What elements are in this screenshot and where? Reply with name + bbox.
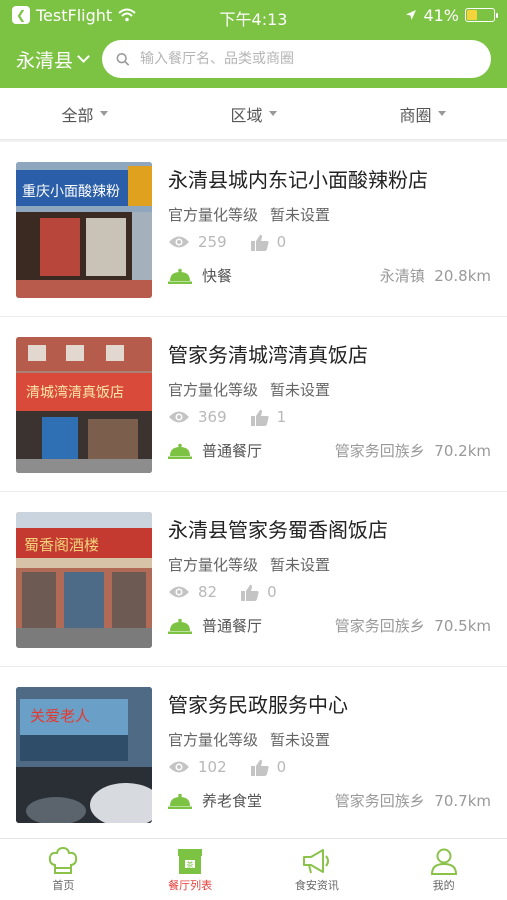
dropdown-triangle-icon <box>268 111 277 116</box>
sign-text: 关爱老人 <box>30 707 90 725</box>
cloche-icon <box>168 443 192 459</box>
grade-value: 暂未设置 <box>270 731 331 749</box>
location-arrow-icon <box>406 10 417 20</box>
bottom-tab-bar: 首页 茶 餐厅列表 食安资讯 我的 <box>0 838 507 900</box>
cloche-icon <box>168 268 192 284</box>
filter-business-district[interactable]: 商圈 <box>338 88 507 139</box>
view-count: 102 <box>198 758 227 776</box>
filter-label: 全部 <box>61 105 94 125</box>
view-count: 259 <box>198 233 227 251</box>
restaurant-name: 永清县管家务蜀香阁饭店 <box>168 518 388 542</box>
storefront-icon: 茶 <box>178 848 203 874</box>
dropdown-triangle-icon <box>99 111 108 116</box>
search-box[interactable] <box>102 40 491 78</box>
thumbs-up-icon[interactable] <box>241 584 259 601</box>
city-selector[interactable]: 永清县 <box>16 46 90 73</box>
eye-icon <box>169 411 189 423</box>
grade-value: 暂未设置 <box>270 556 331 574</box>
tab-home[interactable]: 首页 <box>0 839 127 900</box>
like-count: 1 <box>276 408 287 426</box>
grade-label: 官方量化等级 <box>168 731 259 749</box>
filter-region[interactable]: 区域 <box>169 88 338 139</box>
eye-icon <box>169 761 189 773</box>
status-bar: ❮ TestFlight 下午4:13 41% <box>0 0 507 30</box>
restaurant-photo: 重庆小面酸辣粉 <box>16 162 152 298</box>
megaphone-icon <box>302 848 329 873</box>
tab-label: 食安资讯 <box>294 878 339 892</box>
view-count: 369 <box>198 408 227 426</box>
sign-text: 重庆小面酸辣粉 <box>22 184 120 200</box>
tab-label: 首页 <box>52 878 75 892</box>
dropdown-triangle-icon <box>437 111 446 116</box>
grade-label: 官方量化等级 <box>168 206 259 224</box>
restaurant-card[interactable]: 清城湾清真饭店 管家务清城湾清真饭店 官方量化等级 暂未设置 369 1 普通餐… <box>0 317 507 492</box>
restaurant-category: 养老食堂 <box>202 792 263 810</box>
tab-profile[interactable]: 我的 <box>380 839 507 900</box>
restaurant-name: 管家务清城湾清真饭店 <box>168 343 368 367</box>
restaurant-category: 普通餐厅 <box>202 442 263 460</box>
tab-food-safety-news[interactable]: 食安资讯 <box>254 839 381 900</box>
chef-hat-icon <box>49 846 78 874</box>
tab-restaurant-list[interactable]: 茶 餐厅列表 <box>127 839 254 900</box>
restaurant-photo: 关爱老人 <box>16 687 152 823</box>
filter-label: 区域 <box>230 105 263 125</box>
wifi-icon <box>118 8 136 22</box>
header-bar: ❮ TestFlight 下午4:13 41% 永清县 <box>0 0 507 88</box>
restaurant-card[interactable]: 关爱老人 管家务民政服务中心 官方量化等级 暂未设置 102 0 养老食堂 管家… <box>0 667 507 838</box>
like-count: 0 <box>276 758 287 776</box>
user-icon <box>430 848 457 875</box>
thumbs-up-icon[interactable] <box>250 234 269 251</box>
restaurant-category: 快餐 <box>202 267 233 285</box>
city-label: 永清县 <box>16 49 74 72</box>
filter-bar: 全部 区域 商圈 <box>0 88 507 140</box>
battery-percent: 41% <box>423 5 459 25</box>
restaurant-card[interactable]: 重庆小面酸辣粉 永清县城内东记小面酸辣粉店 官方量化等级 暂未设置 259 0 … <box>0 142 507 317</box>
restaurant-distance: 70.7km <box>434 792 491 810</box>
grade-value: 暂未设置 <box>270 206 331 224</box>
restaurant-area: 管家务回族乡 <box>334 617 425 635</box>
restaurant-category: 普通餐厅 <box>202 617 263 635</box>
view-count: 82 <box>198 583 218 601</box>
cloche-icon <box>168 618 192 634</box>
restaurant-area: 管家务回族乡 <box>334 442 425 460</box>
restaurant-area: 管家务回族乡 <box>334 792 425 810</box>
grade-value: 暂未设置 <box>270 381 331 399</box>
restaurant-photo: 清城湾清真饭店 <box>16 337 152 473</box>
restaurant-area: 永清镇 <box>379 267 425 285</box>
search-input[interactable] <box>140 51 477 67</box>
like-count: 0 <box>276 233 287 251</box>
filter-all[interactable]: 全部 <box>0 88 169 139</box>
search-icon <box>116 52 130 66</box>
like-count: 0 <box>267 583 277 601</box>
chevron-down-icon <box>77 49 90 63</box>
restaurant-distance: 20.8km <box>434 267 491 285</box>
restaurant-distance: 70.2km <box>434 442 491 460</box>
restaurant-photo: 蜀香阁酒楼 <box>16 512 152 648</box>
battery-icon <box>465 8 498 22</box>
thumbs-up-icon[interactable] <box>250 409 269 426</box>
restaurant-name: 管家务民政服务中心 <box>168 693 348 717</box>
tab-label: 我的 <box>432 878 455 892</box>
filter-label: 商圈 <box>399 105 432 125</box>
back-app-label: TestFlight <box>36 5 113 25</box>
back-to-app[interactable]: ❮ TestFlight <box>12 6 136 25</box>
restaurant-name: 永清县城内东记小面酸辣粉店 <box>168 168 428 192</box>
grade-label: 官方量化等级 <box>168 381 259 399</box>
eye-icon <box>169 586 189 598</box>
back-arrow-icon: ❮ <box>12 6 30 24</box>
thumbs-up-icon[interactable] <box>250 759 269 776</box>
eye-icon <box>169 236 189 248</box>
cloche-icon <box>168 793 192 809</box>
svg-text:茶: 茶 <box>187 860 194 869</box>
restaurant-list[interactable]: 重庆小面酸辣粉 永清县城内东记小面酸辣粉店 官方量化等级 暂未设置 259 0 … <box>0 142 507 838</box>
restaurant-card[interactable]: 蜀香阁酒楼 永清县管家务蜀香阁饭店 官方量化等级 暂未设置 82 0 普通餐厅 … <box>0 492 507 667</box>
restaurant-distance: 70.5km <box>434 617 491 635</box>
battery-fill <box>467 10 477 20</box>
grade-label: 官方量化等级 <box>168 556 259 574</box>
sign-text: 清城湾清真饭店 <box>26 384 124 401</box>
tab-label: 餐厅列表 <box>168 878 213 892</box>
sign-text: 蜀香阁酒楼 <box>24 536 99 554</box>
